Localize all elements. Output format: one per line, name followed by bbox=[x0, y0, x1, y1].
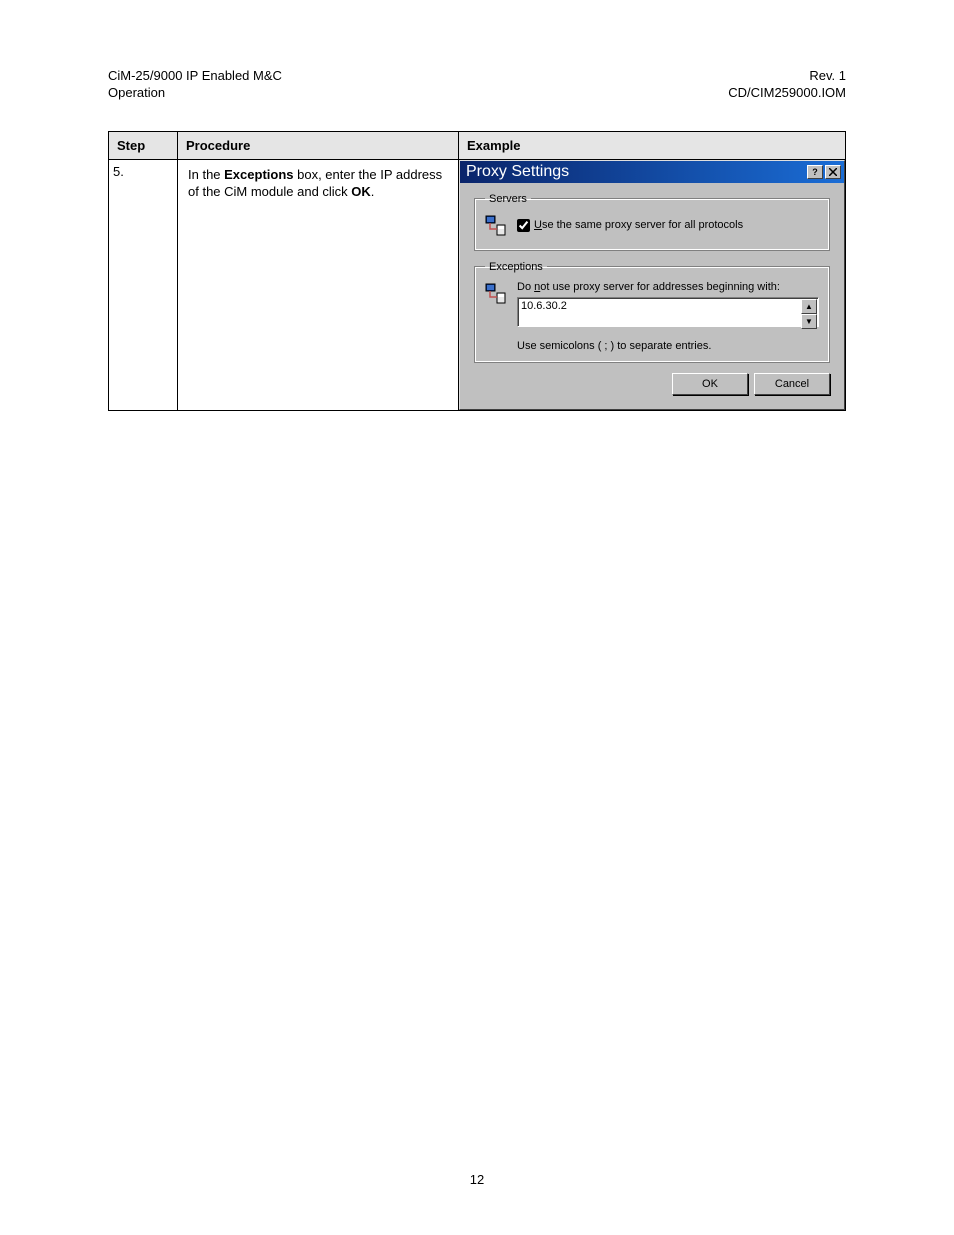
exceptions-legend: Exceptions bbox=[485, 261, 547, 273]
dialog-title: Proxy Settings bbox=[466, 163, 569, 181]
cancel-button[interactable]: Cancel bbox=[754, 373, 830, 395]
svg-text:?: ? bbox=[812, 167, 818, 177]
col-proc-header: Procedure bbox=[178, 131, 459, 159]
dialog-titlebar: Proxy Settings ? bbox=[460, 161, 844, 183]
procedure-table: Step Procedure Example 5. In the Excepti… bbox=[108, 131, 846, 411]
help-icon[interactable]: ? bbox=[807, 165, 823, 179]
step-number: 5. bbox=[109, 159, 178, 410]
same-proxy-checkbox[interactable] bbox=[517, 219, 530, 232]
hdr-left-2: Operation bbox=[108, 85, 282, 102]
exceptions-input[interactable] bbox=[517, 297, 819, 327]
proxy-settings-dialog: Proxy Settings ? bbox=[459, 160, 845, 410]
scroll-up-icon[interactable]: ▲ bbox=[801, 299, 817, 314]
hdr-right-2: CD/CIM259000.IOM bbox=[728, 85, 846, 102]
exceptions-fieldset: Exceptions bbox=[474, 261, 830, 363]
col-example-header: Example bbox=[459, 131, 846, 159]
scroll-down-icon[interactable]: ▼ bbox=[801, 314, 817, 329]
servers-legend: Servers bbox=[485, 193, 531, 205]
exceptions-message: Do not use proxy server for addresses be… bbox=[517, 281, 819, 293]
hdr-left-1: CiM-25/9000 IP Enabled M&C bbox=[108, 68, 282, 85]
page-header: CiM-25/9000 IP Enabled M&C Operation Rev… bbox=[108, 68, 846, 103]
hdr-right-1: Rev. 1 bbox=[728, 68, 846, 85]
servers-network-icon bbox=[485, 213, 509, 240]
page-number: 12 bbox=[0, 1172, 954, 1187]
exceptions-network-icon bbox=[485, 281, 509, 352]
ok-button[interactable]: OK bbox=[672, 373, 748, 395]
separator-note: Use semicolons ( ; ) to separate entries… bbox=[517, 340, 819, 352]
col-step-header: Step bbox=[109, 131, 178, 159]
procedure-text: In the Exceptions box, enter the IP addr… bbox=[178, 159, 459, 410]
same-proxy-label: Use the same proxy server for all protoc… bbox=[534, 219, 743, 231]
close-icon[interactable] bbox=[825, 165, 841, 179]
servers-fieldset: Servers bbox=[474, 193, 830, 251]
